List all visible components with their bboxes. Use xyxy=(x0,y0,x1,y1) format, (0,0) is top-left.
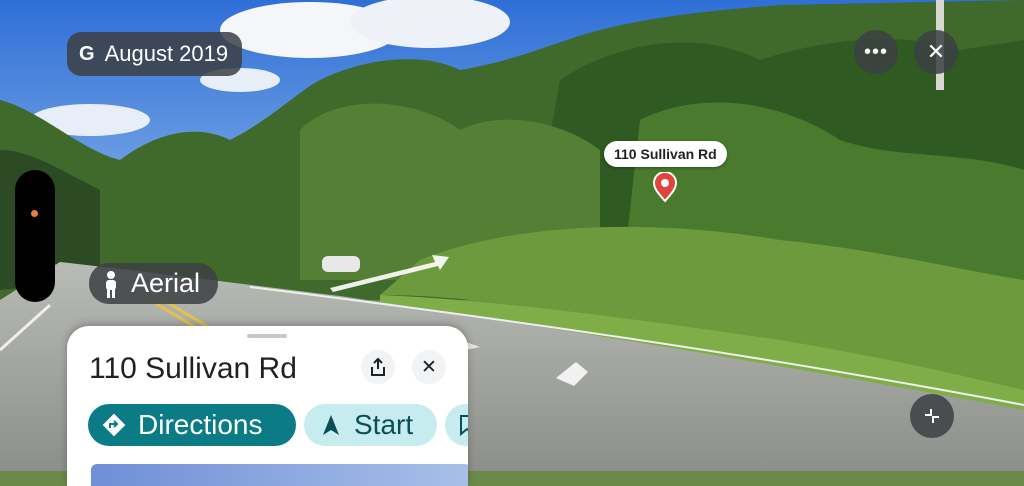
more-horizontal-icon: ••• xyxy=(863,41,888,63)
collapse-icon xyxy=(925,409,939,423)
share-icon xyxy=(371,358,385,376)
google-g-icon: G xyxy=(79,42,95,65)
aerial-button[interactable]: Aerial xyxy=(89,263,219,304)
sheet-close-button[interactable]: ✕ xyxy=(412,350,446,384)
start-label: Start xyxy=(354,409,414,440)
directions-diamond-icon xyxy=(102,413,126,437)
close-icon: ✕ xyxy=(926,39,946,64)
imagery-date-label: August 2019 xyxy=(104,41,229,66)
place-marker-label[interactable]: 110 Sullivan Rd xyxy=(604,141,727,167)
drag-handle[interactable] xyxy=(247,334,287,338)
directions-button[interactable]: Directions xyxy=(88,404,296,446)
parked-car xyxy=(322,256,360,272)
more-options-button[interactable]: ••• xyxy=(854,30,898,74)
map-pin-icon[interactable] xyxy=(651,172,679,202)
aerial-label: Aerial xyxy=(131,268,201,298)
share-button[interactable] xyxy=(361,350,395,384)
directions-label: Directions xyxy=(138,409,263,440)
close-street-view-button[interactable]: ✕ xyxy=(914,30,958,74)
bookmark-icon xyxy=(460,415,468,436)
collapse-view-button[interactable] xyxy=(910,394,954,438)
imagery-date-chip[interactable]: G August 2019 xyxy=(67,32,243,76)
close-icon: ✕ xyxy=(421,356,437,378)
pegman-icon xyxy=(106,270,116,298)
zoom-indicator-dot xyxy=(31,210,38,217)
place-bottom-sheet[interactable]: 110 Sullivan Rd ✕ Directions Start xyxy=(67,326,468,486)
start-navigation-button[interactable]: Start xyxy=(304,404,437,446)
navigation-arrow-icon xyxy=(323,415,339,435)
zoom-rail[interactable] xyxy=(15,170,55,302)
place-photo-strip[interactable] xyxy=(91,464,468,486)
save-button[interactable] xyxy=(445,404,468,446)
place-title: 110 Sullivan Rd xyxy=(89,352,297,385)
